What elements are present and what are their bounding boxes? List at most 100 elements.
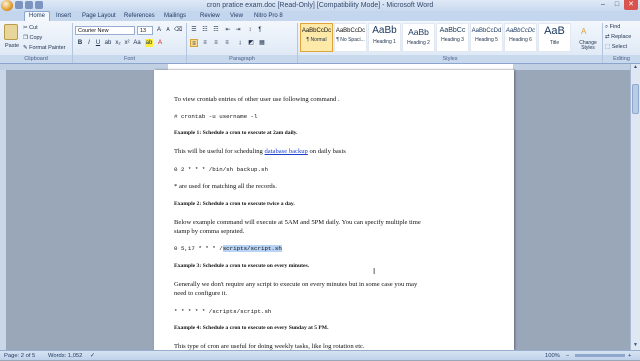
change-case-button[interactable]: Aa — [133, 39, 141, 47]
example-heading: Example 2: Schedule a cron to execute tw… — [174, 201, 295, 207]
example-heading: Example 1: Schedule a cron to execute at… — [174, 130, 298, 136]
example-heading: Example 4: Schedule a cron to execute on… — [174, 325, 329, 331]
paragraph: Generally we don't require any script to… — [174, 281, 418, 288]
tab-review[interactable]: Review — [196, 12, 224, 21]
find-button[interactable]: ⌕ Find — [605, 24, 620, 31]
strikethrough-button[interactable]: ab — [104, 39, 112, 47]
style-heading-1[interactable]: AaBb Heading 1 — [368, 23, 401, 52]
ribbon-tabs: Home Insert Page Layout References Maili… — [0, 11, 640, 21]
font-size-select[interactable]: 13 — [137, 26, 153, 35]
justify-icon[interactable]: ≡ — [223, 39, 231, 47]
copy-icon: ❐ — [23, 35, 28, 41]
paragraph: This type of cron are useful for doing w… — [174, 343, 365, 350]
bold-button[interactable]: B — [76, 39, 84, 47]
status-bar: Page: 2 of 5 Words: 1,052 ✓ 100% − + — [0, 350, 640, 360]
code-line: * * * * * /scripts/script.sh — [174, 308, 272, 315]
subscript-button[interactable]: x₂ — [114, 39, 122, 47]
scroll-thumb[interactable] — [632, 84, 639, 114]
paragraph-group-label: Paragraph — [187, 55, 297, 63]
line-spacing-icon[interactable]: ↨ — [236, 39, 244, 47]
style-title[interactable]: AaB Title — [538, 23, 571, 52]
scissors-icon: ✂ — [23, 25, 28, 31]
paragraph: need to configure it. — [174, 290, 228, 297]
tab-nitro[interactable]: Nitro Pro 8 — [250, 12, 287, 21]
increase-indent-icon[interactable]: ⇥ — [234, 26, 242, 34]
align-right-icon[interactable]: ≡ — [212, 39, 220, 47]
document-page[interactable]: To view crontab entries of other user us… — [154, 70, 514, 350]
clear-format-icon[interactable]: ⌫ — [174, 26, 182, 34]
brush-icon: ✎ — [23, 45, 28, 51]
style-heading-6[interactable]: AaBbCcDc Heading 6 — [504, 23, 537, 52]
binoculars-icon: ⌕ — [605, 24, 609, 30]
replace-button[interactable]: ⇄ Replace — [605, 34, 631, 40]
copy-button[interactable]: ❐ Copy — [23, 35, 42, 41]
editing-group-label: Editing — [603, 55, 640, 63]
replace-icon: ⇄ — [605, 34, 610, 40]
scroll-up-icon[interactable]: ▲ — [631, 64, 640, 72]
borders-icon[interactable]: ▦ — [258, 39, 266, 47]
show-marks-icon[interactable]: ¶ — [256, 26, 264, 34]
shading-icon[interactable]: ◩ — [247, 39, 255, 47]
tab-mailings[interactable]: Mailings — [160, 12, 190, 21]
tab-view[interactable]: View — [226, 12, 247, 21]
selected-text[interactable]: scripts/script.sh — [222, 245, 282, 252]
paste-icon[interactable] — [4, 24, 18, 40]
window-title: cron pratice exam.doc [Read-Only] [Compa… — [206, 2, 434, 9]
italic-button[interactable]: I — [85, 39, 93, 47]
tab-page-layout[interactable]: Page Layout — [78, 12, 120, 21]
maximize-button[interactable]: □ — [610, 0, 624, 10]
font-color-icon[interactable]: A — [156, 39, 164, 47]
vertical-scrollbar[interactable]: ▲ ▼ — [630, 64, 640, 350]
close-button[interactable]: ✕ — [624, 0, 638, 10]
code-line: 0 2 * * * /bin/sh backup.sh — [174, 166, 268, 173]
minimize-button[interactable]: – — [596, 0, 610, 10]
style-no-spacing[interactable]: AaBbCcDc ¶ No Spaci... — [334, 23, 367, 52]
paragraph: stamp by comma seprated. — [174, 228, 245, 235]
numbering-icon[interactable]: ☷ — [201, 26, 209, 34]
change-styles-icon[interactable]: A — [581, 27, 586, 36]
paragraph: To view crontab entries of other user us… — [174, 96, 340, 103]
style-heading-3[interactable]: AaBbCc Heading 3 — [436, 23, 469, 52]
highlight-color-icon[interactable]: ab — [145, 39, 153, 47]
tab-home[interactable]: Home — [24, 11, 51, 21]
font-group-label: Font — [73, 55, 186, 63]
style-heading-2[interactable]: AaBb Heading 2 — [402, 23, 435, 52]
styles-gallery: AaBbCcDc ¶ Normal AaBbCcDc ¶ No Spaci...… — [300, 21, 600, 56]
code-line: # crontab -u username -l — [174, 113, 258, 120]
decrease-indent-icon[interactable]: ⇤ — [224, 26, 232, 34]
paragraph: Below example command will execute at 5A… — [174, 219, 421, 226]
grow-font-icon[interactable]: A — [155, 26, 163, 34]
text-cursor-icon: I — [373, 267, 376, 276]
bullets-icon[interactable]: ☰ — [190, 26, 198, 34]
zoom-slider[interactable] — [575, 354, 625, 357]
styles-group-label: Styles — [298, 55, 602, 63]
shrink-font-icon[interactable]: A — [164, 26, 172, 34]
tab-references[interactable]: References — [120, 12, 159, 21]
style-heading-5[interactable]: AaBbCcDd Heading 5 — [470, 23, 503, 52]
database-backup-link[interactable]: database backup — [264, 148, 307, 155]
align-center-icon[interactable]: ≡ — [201, 39, 209, 47]
paragraph: This will be useful for scheduling datab… — [174, 148, 346, 155]
align-left-icon[interactable]: ≡ — [190, 39, 198, 47]
multilevel-list-icon[interactable]: ☶ — [212, 26, 220, 34]
select-icon: ⬚ — [605, 44, 611, 50]
underline-button[interactable]: U — [94, 39, 102, 47]
title-bar: cron pratice exam.doc [Read-Only] [Compa… — [0, 0, 640, 11]
select-button[interactable]: ⬚ Select — [605, 44, 627, 50]
tab-insert[interactable]: Insert — [52, 12, 75, 21]
format-painter-button[interactable]: ✎ Format Painter — [23, 45, 66, 51]
code-line: 0 5,17 * * * /scripts/script.sh — [174, 245, 282, 252]
vertical-ruler[interactable] — [0, 70, 6, 350]
style-normal[interactable]: AaBbCcDc ¶ Normal — [300, 23, 333, 52]
cut-button[interactable]: ✂ Cut — [23, 25, 38, 31]
change-styles-button[interactable]: Change Styles — [577, 41, 599, 51]
sort-icon[interactable]: ↕ — [246, 26, 254, 34]
paste-button[interactable]: Paste — [5, 43, 19, 49]
ribbon: Paste ✂ Cut ❐ Copy ✎ Format Painter Clip… — [0, 21, 640, 64]
font-name-select[interactable]: Courier New — [75, 26, 135, 35]
clipboard-group-label: Clipboard — [0, 55, 72, 63]
scroll-down-icon[interactable]: ▼ — [631, 342, 640, 350]
paragraph: * are used for matching all the records. — [174, 183, 277, 190]
superscript-button[interactable]: x² — [123, 39, 131, 47]
example-heading: Example 3: Schedule a cron to execute on… — [174, 263, 310, 269]
